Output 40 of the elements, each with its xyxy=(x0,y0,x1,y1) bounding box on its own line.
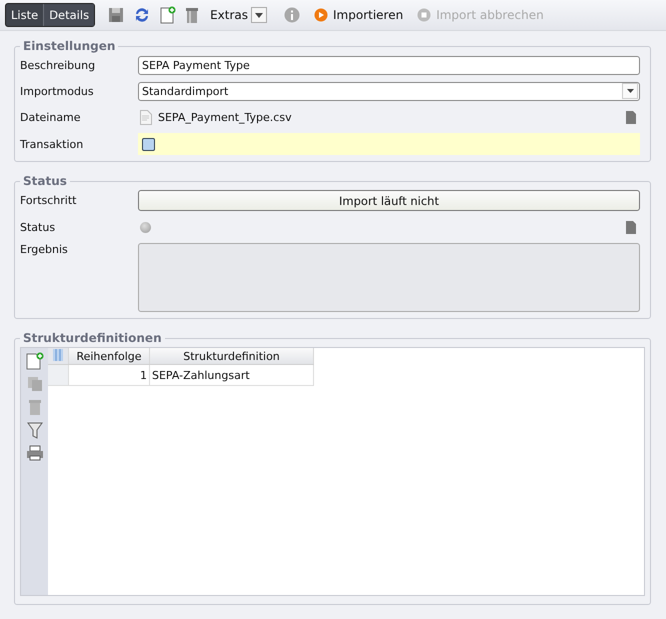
field-label: Transaktion xyxy=(20,138,84,150)
result-field[interactable] xyxy=(138,243,640,312)
import-button[interactable]: Importieren xyxy=(314,8,404,22)
columns-icon[interactable] xyxy=(53,348,63,360)
transaction-checkbox[interactable] xyxy=(142,138,155,150)
caret-icon xyxy=(626,89,634,93)
stop-icon xyxy=(417,8,432,22)
new-document-icon[interactable] xyxy=(160,6,176,24)
trash-icon[interactable] xyxy=(185,6,200,24)
description-field[interactable]: SEPA Payment Type xyxy=(138,56,640,74)
column-header[interactable]: Strukturdefinition xyxy=(150,348,314,364)
save-icon[interactable] xyxy=(108,7,124,23)
file-name: SEPA_Payment_Type.csv xyxy=(158,110,292,124)
info-icon[interactable] xyxy=(284,7,300,23)
dropdown-button[interactable] xyxy=(251,7,267,23)
field-label: Ergebnis xyxy=(20,243,69,256)
import-mode-dropdown[interactable]: Standardimport xyxy=(138,82,640,100)
field-label: Fortschritt xyxy=(20,194,78,207)
field-label: Importmodus xyxy=(20,84,95,98)
section-title: Status xyxy=(22,174,68,188)
filter-icon[interactable] xyxy=(26,422,42,439)
progress-status-display: Import läuft nicht xyxy=(138,190,640,211)
document-icon[interactable] xyxy=(625,220,637,234)
new-document-icon[interactable] xyxy=(26,352,44,370)
field-label: Status xyxy=(20,220,56,234)
extras-label[interactable]: Extras xyxy=(210,8,248,22)
section-title: Strukturdefinitionen xyxy=(22,331,163,345)
status-light-icon xyxy=(140,222,151,232)
field-label: Dateiname xyxy=(20,110,82,124)
column-header[interactable]: Reihenfolge xyxy=(68,348,150,364)
document-icon[interactable] xyxy=(625,110,637,124)
play-icon xyxy=(314,8,328,22)
caret-icon xyxy=(255,12,263,18)
table-cell: 1 xyxy=(68,364,150,386)
file-icon xyxy=(140,110,152,124)
table-cell: SEPA-Zahlungsart xyxy=(150,364,314,386)
section-title: Einstellungen xyxy=(22,39,116,53)
print-icon[interactable] xyxy=(26,445,44,461)
breadcrumb-item[interactable]: Details xyxy=(44,4,94,26)
field-label: Beschreibung xyxy=(20,58,96,72)
